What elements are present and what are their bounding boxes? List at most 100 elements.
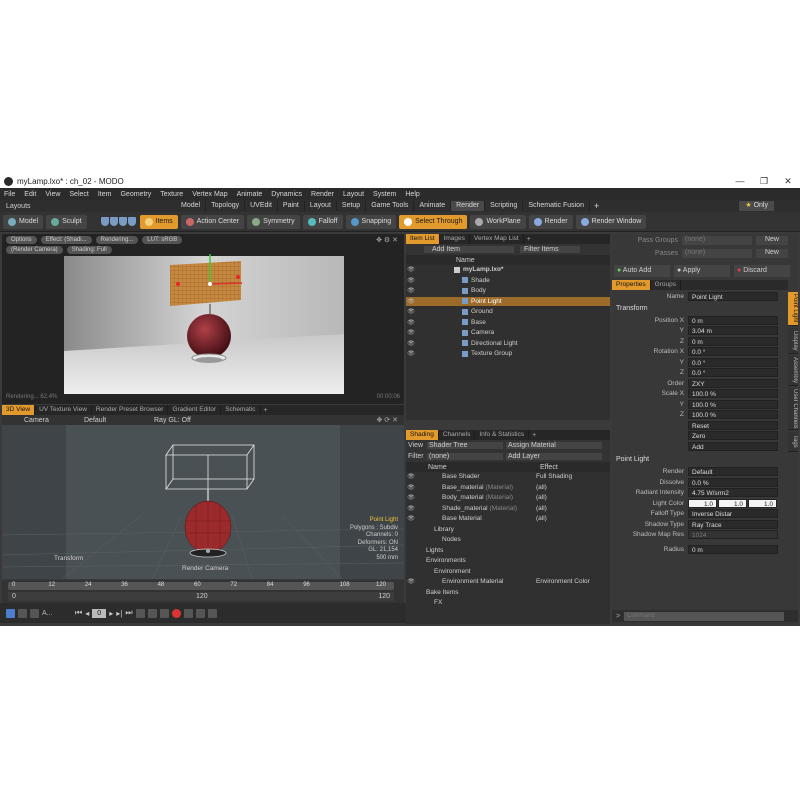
side-tab-display[interactable]: Display [788, 328, 798, 354]
layout-tab-paint[interactable]: Paint [278, 201, 305, 211]
shader-row-base-shader[interactable]: 👁 Base Shader Full Shading [406, 472, 610, 483]
add-item-button[interactable]: Add Item [424, 246, 514, 253]
shader-row-lights[interactable]: Lights [406, 546, 610, 556]
action-center-button[interactable]: Action Center [180, 214, 245, 229]
menu-item-item[interactable]: Item [98, 191, 112, 198]
shader-row-library[interactable]: Library [406, 525, 610, 535]
loop-icon[interactable] [195, 608, 205, 618]
add-layer-button[interactable]: Add Layer [506, 453, 602, 460]
timeline-range-bar[interactable]: 0 120 120 [8, 592, 394, 601]
order-field[interactable]: ZXY [688, 378, 778, 388]
camera-dropdown[interactable]: Camera [24, 417, 84, 424]
shadow-type-field[interactable]: Ray Trace [688, 519, 778, 529]
shader-row-bake-items[interactable]: Bake Items [406, 588, 610, 598]
shader-row-shade-material[interactable]: 👁 Shade_material (Material) (all) [406, 504, 610, 514]
visibility-eye-icon[interactable]: 👁 [406, 350, 416, 357]
item-row-shade[interactable]: 👁 Shade [406, 276, 610, 286]
assign-material-button[interactable]: Assign Material [506, 442, 602, 449]
tab-render-preset-browser[interactable]: Render Preset Browser [92, 405, 169, 415]
visibility-eye-icon[interactable]: 👁 [406, 505, 416, 512]
x-axis-handle[interactable] [209, 282, 243, 285]
next-frame-icon[interactable]: ▸| [116, 609, 122, 618]
tab-schematic[interactable]: Schematic [221, 405, 261, 415]
tab-gradient-editor[interactable]: Gradient Editor [168, 405, 222, 415]
layout-tab-model[interactable]: Model [176, 201, 207, 211]
select-through-button[interactable]: Select Through [399, 214, 468, 229]
key-prev-icon[interactable] [135, 608, 145, 618]
menu-item-system[interactable]: System [373, 191, 396, 198]
light-color-channel[interactable]: 1.0 [718, 498, 747, 508]
tab-channels[interactable]: Channels [439, 430, 476, 440]
key-set-icon[interactable] [159, 608, 169, 618]
layout-tab-render[interactable]: Render [451, 201, 486, 211]
materials-mode-icon[interactable] [127, 217, 136, 226]
polygons-mode-icon[interactable] [118, 217, 127, 226]
menu-item-render[interactable]: Render [311, 191, 334, 198]
radiant-intensity-field[interactable]: 4.75 W/srm2 [688, 488, 778, 497]
preview-viewport[interactable]: Options Effect: (Shadi... Rendering... L… [2, 234, 404, 404]
visibility-eye-icon[interactable]: 👁 [406, 578, 416, 585]
reset-field[interactable]: Reset [688, 420, 778, 430]
name-field[interactable]: Point Light [688, 292, 778, 301]
item-row-ground[interactable]: 👁 Ground [406, 307, 610, 318]
falloff-type-field[interactable]: Inverse Distar [688, 509, 778, 518]
light-color-channel[interactable]: 1.0 [688, 498, 717, 508]
layout-tab-animate[interactable]: Animate [414, 201, 452, 211]
position-y-field[interactable]: 3.04 m [688, 326, 778, 335]
tab-vertex-map-list[interactable]: Vertex Map List [470, 234, 524, 244]
visibility-eye-icon[interactable]: 👁 [406, 484, 416, 491]
radius-field[interactable]: 0 m [688, 544, 778, 554]
visibility-eye-icon[interactable]: 👁 [406, 473, 416, 480]
first-frame-icon[interactable]: ⏮ [75, 608, 82, 618]
rotation-z-field[interactable]: 0.0 ° [688, 368, 778, 377]
scale-x-field[interactable]: 100.0 % [688, 389, 778, 398]
layout-tab-setup[interactable]: Setup [337, 201, 367, 211]
item-row-directional-light[interactable]: 👁 Directional Light [406, 339, 610, 349]
tab-shading[interactable]: Shading [406, 430, 439, 440]
shader-row-body-material[interactable]: 👁 Body_material (Material) (all) [406, 493, 610, 504]
3d-view-nav-icons[interactable]: ✥ ⟳ ✕ [377, 416, 399, 424]
light-pivot-icon[interactable] [208, 282, 212, 286]
add-tab-icon[interactable]: + [264, 407, 268, 414]
visibility-eye-icon[interactable]: 👁 [406, 515, 416, 522]
menu-item-help[interactable]: Help [405, 191, 419, 198]
menu-item-geometry[interactable]: Geometry [120, 191, 151, 198]
layout-tab-layout[interactable]: Layout [305, 201, 337, 211]
anim-dropdown[interactable]: A... [42, 610, 72, 617]
default-dropdown[interactable]: Default [84, 417, 154, 424]
filter-dropdown[interactable]: (none) [427, 453, 503, 460]
add-tab-icon[interactable]: + [527, 236, 531, 243]
add-field[interactable]: Add [688, 441, 778, 451]
tab-images[interactable]: Images [440, 234, 470, 244]
menu-item-dynamics[interactable]: Dynamics [271, 191, 302, 198]
layouts-menu[interactable]: Layouts [6, 203, 176, 210]
menu-item-view[interactable]: View [45, 191, 60, 198]
tab-item-list[interactable]: Item List [406, 234, 440, 244]
layout-tab-schematic-fusion[interactable]: Schematic Fusion [523, 201, 590, 211]
only-toggle[interactable]: ★ Only [739, 201, 774, 211]
scale-y-field[interactable]: 100.0 % [688, 399, 778, 409]
visibility-eye-icon[interactable]: 👁 [406, 329, 416, 336]
position-x-field[interactable]: 0 m [688, 315, 778, 325]
position-z-field[interactable]: 0 m [688, 336, 778, 346]
scale-z-field[interactable]: 100.0 % [688, 410, 778, 419]
keys-icon[interactable] [30, 608, 39, 618]
light-color-channel[interactable]: 1.0 [748, 498, 777, 508]
shader-row-base-material[interactable]: 👁 Base Material (all) [406, 514, 610, 525]
side-tab-tags[interactable]: Tags [788, 432, 798, 452]
key-delete-icon[interactable] [183, 608, 193, 618]
key-next-icon[interactable] [147, 608, 157, 618]
filter-items-button[interactable]: Filter Items [520, 246, 580, 253]
item-row-texture-group[interactable]: 👁 Texture Group [406, 349, 610, 360]
sculpt-button[interactable]: Sculpt [46, 214, 87, 229]
prev-frame-icon[interactable]: ◂ [85, 609, 89, 618]
minimize-button[interactable]: — [728, 176, 752, 186]
close-button[interactable]: ✕ [776, 176, 800, 187]
visibility-eye-icon[interactable]: 👁 [406, 277, 416, 284]
visibility-eye-icon[interactable]: 👁 [406, 298, 416, 305]
current-frame-field[interactable]: 0 [92, 608, 107, 618]
render-field[interactable]: Default [688, 467, 778, 476]
add-tab-icon[interactable]: + [532, 432, 536, 439]
layout-tab-game-tools[interactable]: Game Tools [366, 201, 415, 211]
zero-field[interactable]: Zero [688, 431, 778, 440]
